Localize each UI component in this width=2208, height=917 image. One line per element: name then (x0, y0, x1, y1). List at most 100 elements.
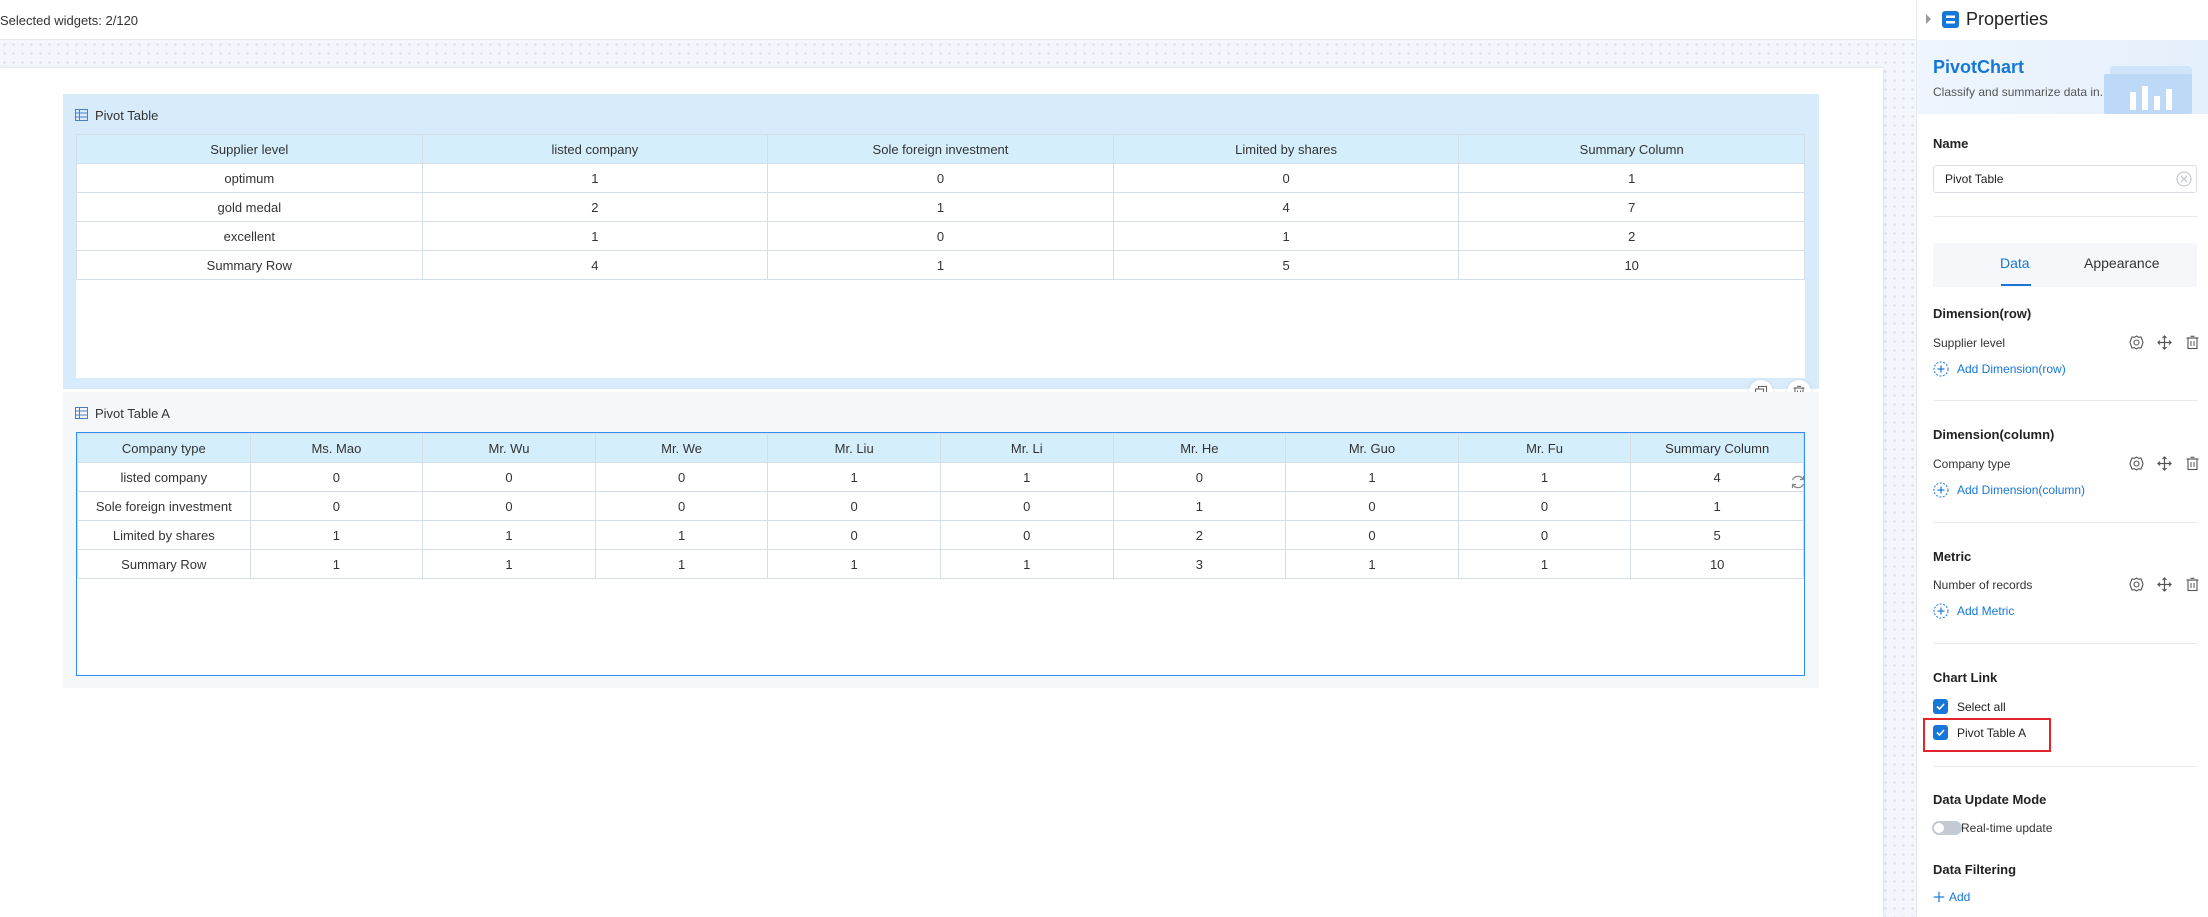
column-header[interactable]: Summary Column (1630, 433, 1804, 463)
table-row: optimum 1 0 0 1 (76, 163, 1805, 193)
column-header[interactable]: Limited by shares (1112, 134, 1460, 164)
column-header[interactable]: listed company (421, 134, 769, 164)
pivot-table-a-widget[interactable]: Pivot Table A Company type Ms. Mao Mr. W… (63, 392, 1819, 688)
tab-appearance[interactable]: Appearance (2084, 255, 2160, 271)
clear-icon[interactable] (2176, 171, 2192, 187)
table-cell: Limited by shares (77, 520, 251, 550)
table-icon (75, 109, 88, 121)
add-circle-icon (1933, 482, 1949, 498)
table-cell: 0 (594, 491, 769, 521)
table-cell: optimum (76, 163, 423, 193)
update-mode-label: Data Update Mode (1933, 792, 2047, 807)
add-dimension-row-button[interactable]: Add Dimension(row) (1933, 361, 2066, 377)
select-all-checkbox[interactable]: Select all (1933, 699, 2006, 714)
table-cell: 0 (594, 462, 769, 492)
pivot-table[interactable]: Supplier level listed company Sole forei… (76, 134, 1805, 378)
tab-data[interactable]: Data (2000, 255, 2030, 271)
column-header[interactable]: Company type (77, 433, 251, 463)
divider (1933, 643, 2197, 644)
gear-icon[interactable] (2129, 456, 2144, 471)
table-cell: 0 (1457, 520, 1632, 550)
column-header[interactable]: Summary Column (1458, 134, 1805, 164)
table-cell: 1 (939, 462, 1114, 492)
column-header[interactable]: Mr. Fu (1457, 433, 1632, 463)
move-icon[interactable] (2157, 577, 2172, 592)
table-header-row: Company type Ms. Mao Mr. Wu Mr. We Mr. L… (77, 433, 1804, 463)
trash-icon[interactable] (2185, 335, 2200, 350)
top-bar: Selected widgets: 2/120 (0, 0, 1916, 40)
move-icon[interactable] (2157, 335, 2172, 350)
dimension-row-field: Supplier level (1933, 336, 2006, 350)
pivot-table-widget[interactable]: Pivot Table Supplier level listed compan… (63, 94, 1819, 389)
column-header[interactable]: Mr. Li (939, 433, 1114, 463)
table-row: excellent 1 0 1 2 (76, 221, 1805, 251)
realtime-update-toggle[interactable] (1932, 821, 1962, 835)
table-cell: 0 (1457, 491, 1632, 521)
collapse-caret-icon[interactable] (1926, 14, 1931, 24)
gear-icon[interactable] (2129, 335, 2144, 350)
component-description: Classify and summarize data in... (1933, 85, 2110, 99)
table-row: listed company 0 0 0 1 1 0 1 1 4 (77, 462, 1804, 492)
column-header[interactable]: Mr. We (594, 433, 769, 463)
metric-field: Number of records (1933, 578, 2033, 592)
table-cell: 1 (767, 250, 1114, 280)
column-header[interactable]: Mr. Liu (767, 433, 941, 463)
table-cell: 4 (1630, 462, 1804, 492)
column-header[interactable]: Mr. Guo (1285, 433, 1459, 463)
dimension-row-label: Dimension(row) (1933, 306, 2032, 321)
table-cell: 2 (421, 192, 769, 222)
dimension-column-field: Company type (1933, 457, 2011, 471)
table-cell: 1 (1285, 462, 1459, 492)
table-cell: 10 (1630, 549, 1804, 579)
table-cell: 0 (422, 491, 596, 521)
column-header[interactable]: Mr. Wu (422, 433, 596, 463)
table-cell: Summary Row (76, 250, 423, 280)
column-header[interactable]: Mr. He (1112, 433, 1287, 463)
trash-icon[interactable] (2185, 456, 2200, 471)
widget-header: Pivot Table (75, 106, 158, 124)
checkbox-checked[interactable] (1933, 699, 1948, 714)
trash-icon[interactable] (2185, 577, 2200, 592)
table-cell: 1 (1457, 462, 1632, 492)
column-header[interactable]: Sole foreign investment (767, 134, 1114, 164)
widget-header: Pivot Table A (75, 404, 170, 422)
table-cell: 1 (767, 462, 941, 492)
add-dimension-column-button[interactable]: Add Dimension(column) (1933, 482, 2085, 498)
table-cell: 1 (1112, 221, 1460, 251)
table-row: Summary Row 4 1 5 10 (76, 250, 1805, 280)
properties-icon (1942, 11, 1959, 28)
table-row: Sole foreign investment 0 0 0 0 0 1 0 0 … (77, 491, 1804, 521)
column-header[interactable]: Supplier level (76, 134, 423, 164)
gear-icon[interactable] (2129, 577, 2144, 592)
table-icon (75, 407, 88, 419)
table-cell: 0 (939, 520, 1114, 550)
plus-icon (1933, 891, 1945, 903)
table-cell: 0 (1285, 491, 1459, 521)
add-filter-button[interactable]: Add (1933, 890, 1970, 904)
divider (1933, 216, 2197, 217)
table-cell: 1 (249, 549, 424, 579)
table-cell: 4 (421, 250, 769, 280)
table-cell: 5 (1112, 250, 1460, 280)
field-actions (2116, 456, 2200, 471)
table-cell: 1 (767, 192, 1114, 222)
design-canvas[interactable]: Pivot Table Supplier level listed compan… (0, 40, 1916, 917)
pivot-table-a[interactable]: Company type Ms. Mao Mr. Wu Mr. We Mr. L… (76, 432, 1805, 676)
column-header[interactable]: Ms. Mao (249, 433, 424, 463)
name-input[interactable]: Pivot Table (1933, 165, 2197, 193)
add-metric-button[interactable]: Add Metric (1933, 603, 2014, 619)
table-header-row: Supplier level listed company Sole forei… (76, 134, 1805, 164)
table-cell: 1 (1458, 163, 1805, 193)
table-cell: 0 (939, 491, 1114, 521)
properties-header: Properties (1917, 0, 2208, 40)
check-icon (1936, 703, 1945, 711)
divider (1933, 400, 2197, 401)
table-cell: 2 (1112, 520, 1287, 550)
table-row: Summary Row 1 1 1 1 1 3 1 1 10 (77, 549, 1804, 579)
canvas-page[interactable]: Pivot Table Supplier level listed compan… (0, 68, 1883, 917)
add-metric-label: Add Metric (1957, 604, 2015, 618)
table-cell: 1 (594, 520, 769, 550)
refresh-icon[interactable] (1789, 473, 1807, 491)
metric-label: Metric (1933, 549, 1972, 564)
move-icon[interactable] (2157, 456, 2172, 471)
